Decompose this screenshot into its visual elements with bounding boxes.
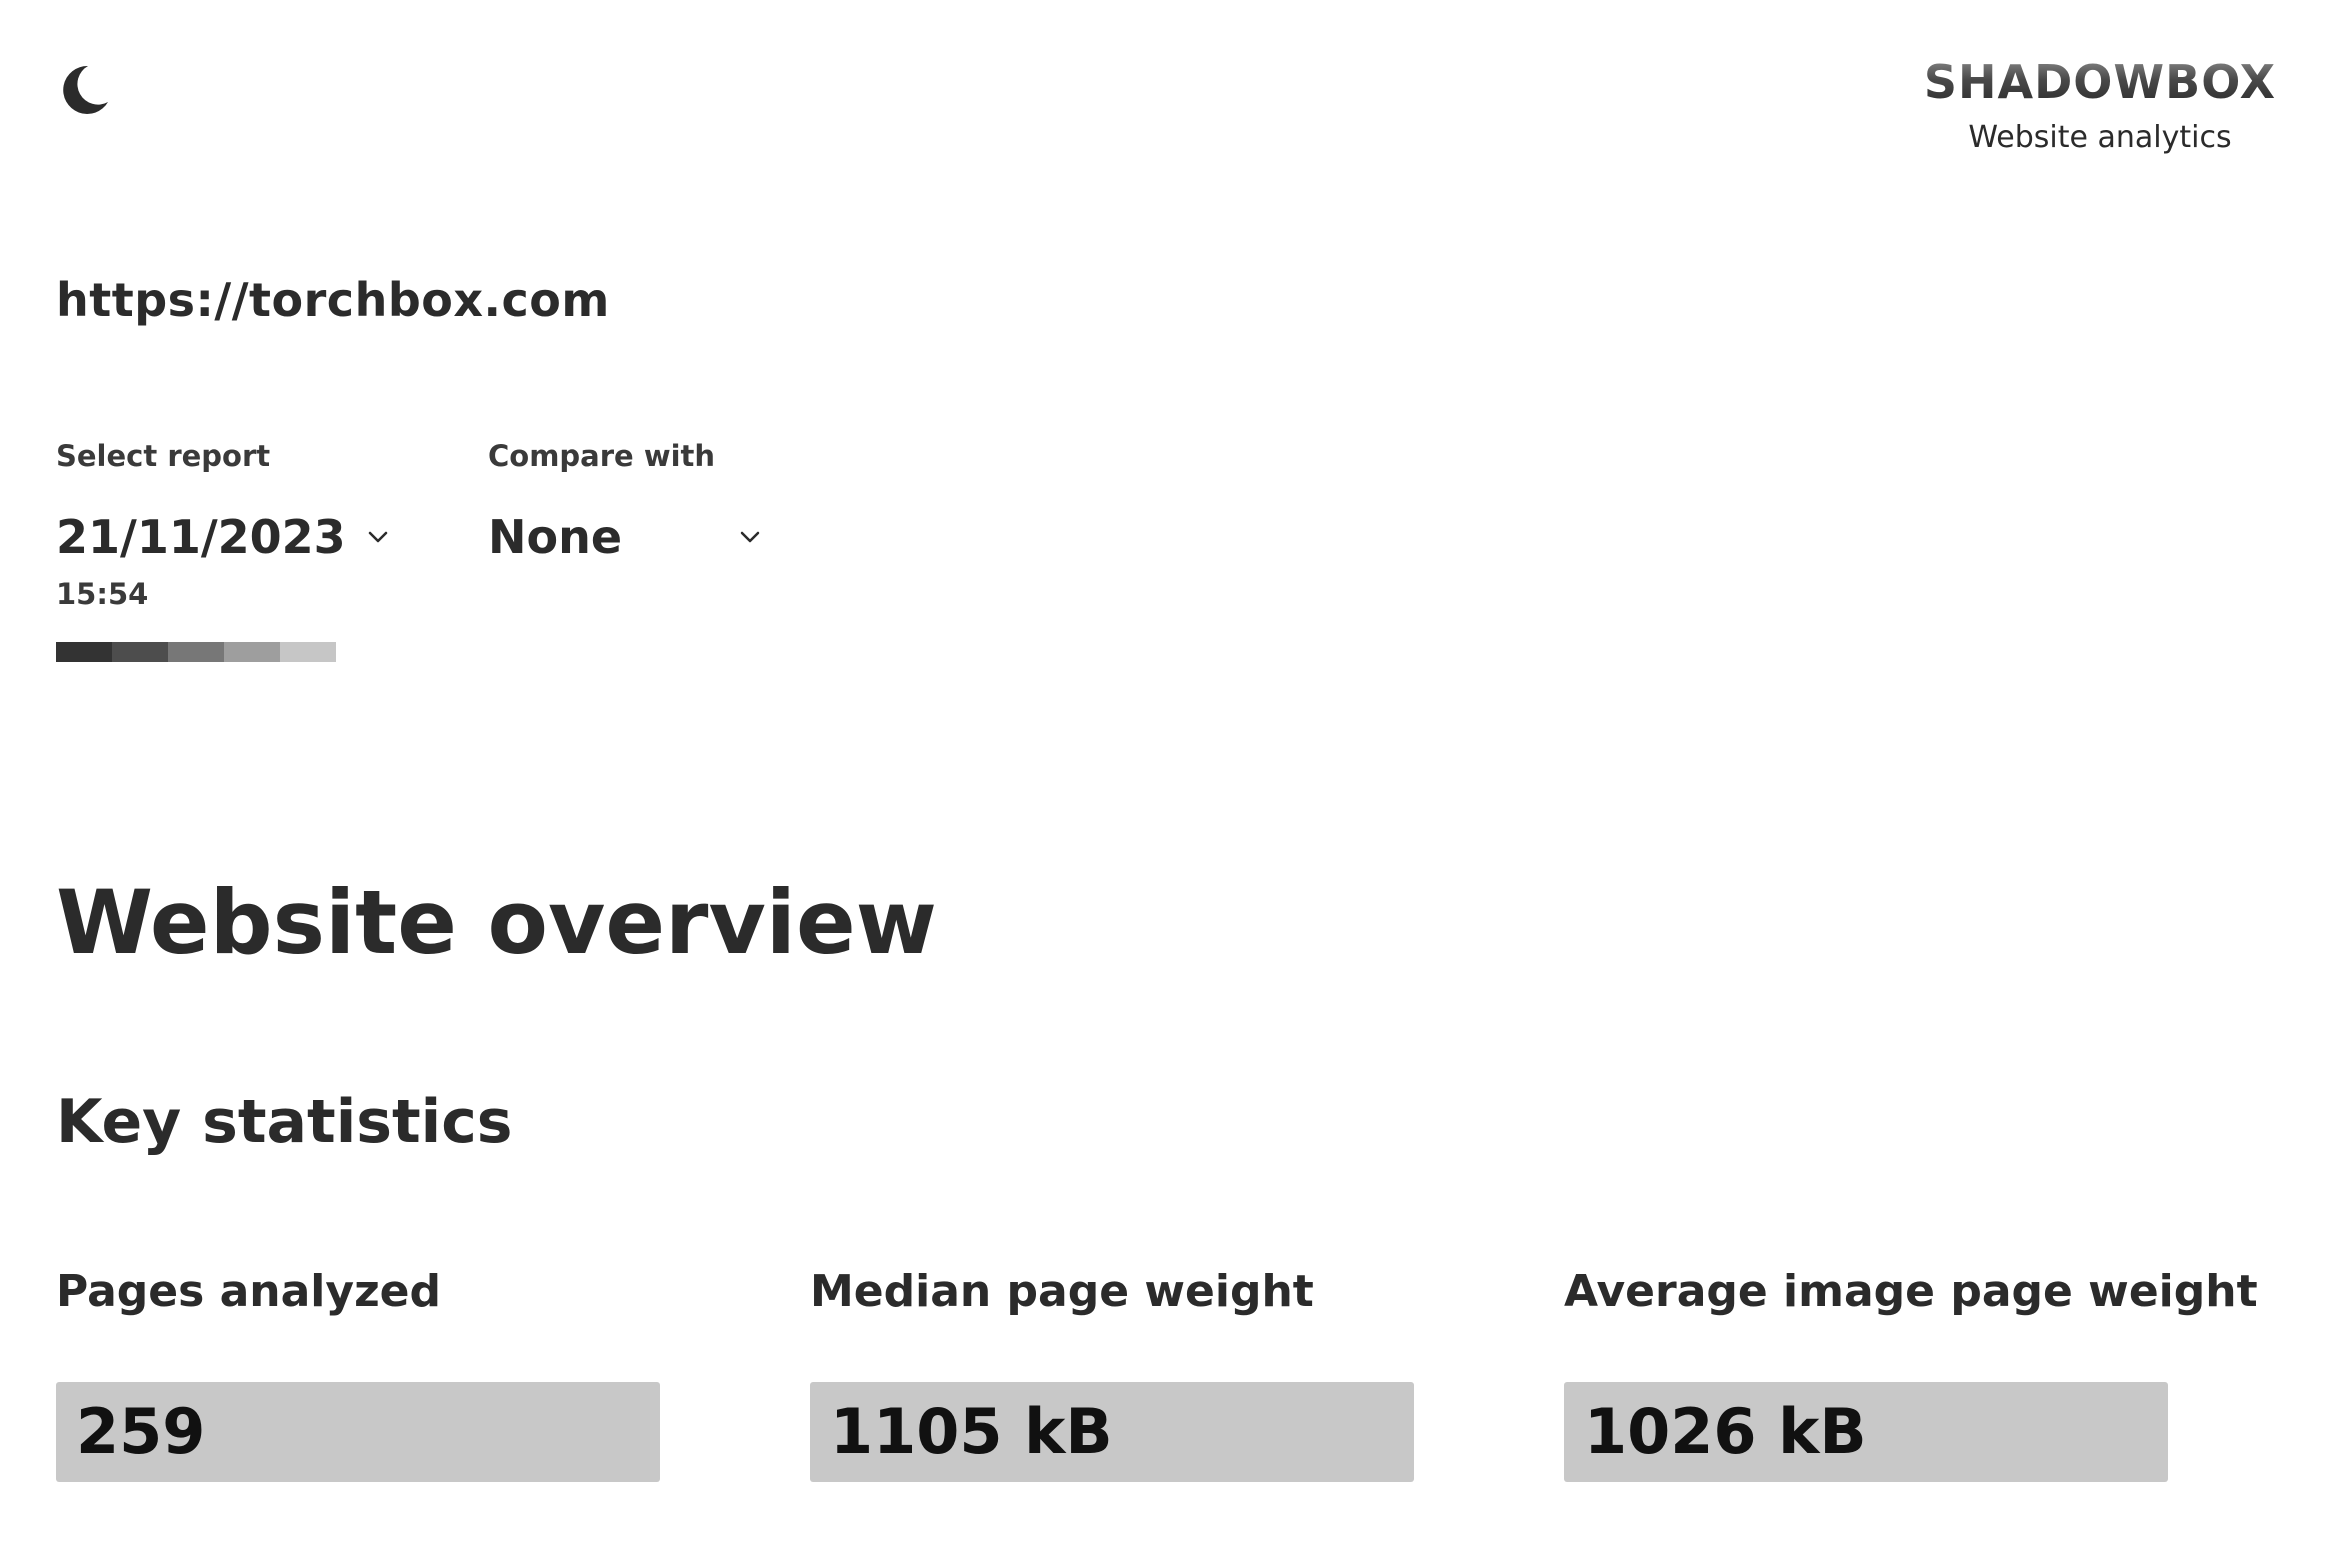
page: SHADOWBOX Website analytics https://torc… xyxy=(0,0,2332,1544)
report-selector: Select report 21/11/2023 15:54 xyxy=(56,436,388,614)
color-swatch xyxy=(112,642,168,662)
stat-value: 259 xyxy=(76,1395,206,1468)
page-title: Website overview xyxy=(56,871,937,974)
stat-pages-analyzed: Pages analyzed 259 xyxy=(56,1262,660,1482)
report-color-swatches xyxy=(56,642,336,662)
stat-value-box: 1026 kB xyxy=(1564,1382,2168,1482)
stat-average-image-page-weight: Average image page weight 1026 kB xyxy=(1564,1262,2258,1482)
stat-label: Average image page weight xyxy=(1564,1266,2258,1317)
chevron-down-icon xyxy=(368,530,388,544)
brand-tagline: Website analytics xyxy=(1968,120,2232,155)
report-date: 21/11/2023 xyxy=(56,510,346,564)
moon-icon xyxy=(56,62,112,118)
brand: SHADOWBOX Website analytics xyxy=(1920,52,2280,158)
compare-value: None xyxy=(488,510,623,564)
report-time: 15:54 xyxy=(56,577,149,611)
stat-value: 1105 kB xyxy=(830,1395,1113,1468)
stat-value-box: 259 xyxy=(56,1382,660,1482)
stat-label: Pages analyzed xyxy=(56,1266,442,1317)
compare-select[interactable]: None xyxy=(488,506,768,568)
compare-selector-label: Compare with xyxy=(488,439,716,473)
site-url: https://torchbox.com xyxy=(56,273,610,327)
color-swatch xyxy=(56,642,112,662)
color-swatch xyxy=(280,642,336,662)
brand-logo: SHADOWBOX xyxy=(1920,52,2280,112)
chevron-down-icon xyxy=(740,530,760,544)
theme-toggle-button[interactable] xyxy=(56,62,112,118)
stat-value-box: 1105 kB xyxy=(810,1382,1414,1482)
key-statistics: Pages analyzed 259 Median page weight 11… xyxy=(56,1262,2276,1482)
report-selector-label: Select report xyxy=(56,439,271,473)
stat-median-page-weight: Median page weight 1105 kB xyxy=(810,1262,1414,1482)
color-swatch xyxy=(168,642,224,662)
compare-selector: Compare with None xyxy=(488,436,768,568)
color-swatch xyxy=(224,642,280,662)
section-title: Key statistics xyxy=(56,1087,513,1157)
report-select[interactable]: 21/11/2023 xyxy=(56,506,388,568)
stat-label: Median page weight xyxy=(810,1266,1314,1317)
stat-value: 1026 kB xyxy=(1584,1395,1867,1468)
